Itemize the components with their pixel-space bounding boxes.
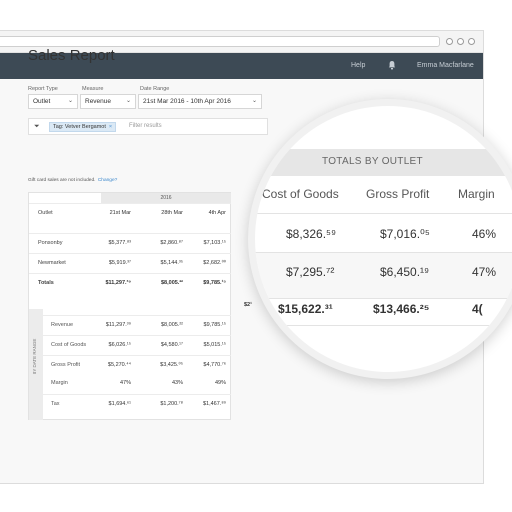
magnified-cell: $7,016.⁰⁵ xyxy=(380,227,430,241)
table-cell: $1,694.⁶¹ xyxy=(108,401,131,407)
column-header[interactable]: 21st Mar xyxy=(110,210,131,216)
window-dot-icon[interactable] xyxy=(468,38,475,45)
row-label: Ponsonby xyxy=(38,240,63,246)
totals-row: Totals $11,297.³⁹ $8,005.²² $9,785.¹⁵ xyxy=(29,273,231,295)
sales-table: 2016 TOTALS BY DATE RANGE Outlet 21st Ma… xyxy=(28,192,231,409)
divider xyxy=(255,213,512,214)
report-type-value: Outlet xyxy=(33,98,51,105)
magnified-cell: $8,326.⁵⁹ xyxy=(286,227,337,241)
table-cell: $1,200.⁷⁸ xyxy=(160,401,183,407)
table-cell: $6,026.¹⁵ xyxy=(108,342,131,348)
table-cell: $5,015.¹⁵ xyxy=(203,342,226,348)
year-header: 2016 xyxy=(101,193,231,203)
table-cell: $7,103.¹⁵ xyxy=(203,240,226,246)
magnified-cell: 46% xyxy=(472,227,497,241)
help-link[interactable]: Help xyxy=(351,62,365,69)
window-dot-icon[interactable] xyxy=(457,38,464,45)
table-row[interactable]: Newmarket $5,919.³⁷ $5,144.³⁵ $2,682.⁰⁰ xyxy=(29,253,231,273)
magnified-cell: $6,450.¹⁹ xyxy=(380,265,430,279)
row-label: Gross Profit xyxy=(51,362,81,368)
filter-tag-label: Tag: Vetver Bergamot xyxy=(53,124,106,130)
table-row: Revenue $11,297.³⁹ $8,005.²² $9,785.¹⁵ xyxy=(29,315,231,335)
magnified-total: $15,622.³¹ xyxy=(278,302,333,316)
table-cell: $11,297.³⁹ xyxy=(105,322,131,328)
table-cell: $9,785.¹⁵ xyxy=(203,322,226,328)
column-header[interactable]: 4th Apr xyxy=(209,210,226,216)
remove-tag-icon[interactable]: × xyxy=(109,124,112,130)
filter-icon: ⏷ xyxy=(34,123,40,130)
note-text: Gift card sales are not included. xyxy=(28,178,96,183)
chevron-down-icon: ⌄ xyxy=(251,98,257,104)
date-range-value: 21st Mar 2016 - 10th Apr 2016 xyxy=(143,98,231,105)
filter-results-input[interactable]: Filter results xyxy=(129,123,162,129)
divider xyxy=(255,325,512,326)
magnified-cell: 47% xyxy=(472,265,497,279)
table-cell: 49% xyxy=(214,380,226,386)
magnified-total: 4( xyxy=(472,302,483,316)
change-link[interactable]: Change? xyxy=(98,178,117,183)
window-dot-icon[interactable] xyxy=(446,38,453,45)
date-range-label: Date Range xyxy=(140,86,170,92)
row-label: Newmarket xyxy=(38,260,66,266)
row-label: Margin xyxy=(51,380,68,386)
table-cell: $5,144.³⁵ xyxy=(160,260,183,266)
page-title: Sales Report xyxy=(28,47,115,64)
filter-tag[interactable]: Tag: Vetver Bergamot × xyxy=(49,122,117,132)
table-row: Gross Profit $5,270.⁴⁴ $3,425.⁰⁵ $4,770.… xyxy=(29,355,231,375)
table-row[interactable]: Ponsonby $5,377.⁸³ $2,860.⁸⁷ $7,103.¹⁵ xyxy=(29,233,231,253)
row-label: Revenue xyxy=(51,322,74,328)
row-label: Totals xyxy=(38,280,54,286)
table-cell: $5,377.⁸³ xyxy=(108,240,131,246)
table-cell: $1,467.⁸⁹ xyxy=(202,401,226,407)
measure-select[interactable]: Revenue ⌄ xyxy=(80,94,136,109)
table-cell: $3,425.⁰⁵ xyxy=(160,362,183,368)
totals-by-outlet-title: TOTALS BY OUTLET xyxy=(322,156,423,167)
column-header: Outlet xyxy=(38,210,53,216)
table-row: Cost of Goods $6,026.¹⁵ $4,580.¹⁷ $5,015… xyxy=(29,335,231,355)
column-header: Cost of Goods xyxy=(262,187,339,201)
table-header-row: Outlet 21st Mar 28th Mar 4th Apr xyxy=(29,203,231,223)
clipped-cell: $2¹ xyxy=(244,302,252,308)
table-cell: $5,919.³⁷ xyxy=(108,260,131,266)
address-bar[interactable] xyxy=(0,36,440,47)
measure-value: Revenue xyxy=(85,98,112,105)
table-cell: $2,860.⁸⁷ xyxy=(160,240,183,246)
table-cell: $2,682.⁰⁰ xyxy=(203,260,226,266)
measure-label: Measure xyxy=(82,86,104,92)
table-cell: 43% xyxy=(171,380,183,386)
chevron-down-icon: ⌄ xyxy=(125,98,131,104)
gift-card-note: Gift card sales are not included. Change… xyxy=(28,178,117,183)
column-header: Margin xyxy=(458,187,495,201)
table-cell: $11,297.³⁹ xyxy=(105,280,131,286)
magnified-cell: $7,295.⁷² xyxy=(286,265,335,279)
sales-table-lower: Margin 47% 43% 49% Tax $1,694.⁶¹ $1,200.… xyxy=(28,374,231,420)
column-header[interactable]: 28th Mar xyxy=(161,210,183,216)
column-header: Gross Profit xyxy=(366,187,430,201)
user-menu[interactable]: Emma Macfarlane xyxy=(417,62,474,69)
divider xyxy=(255,298,512,299)
row-label: Tax xyxy=(51,401,60,407)
magnified-total: $13,466.²⁵ xyxy=(373,302,430,316)
table-row: Tax $1,694.⁶¹ $1,200.⁷⁸ $1,467.⁸⁹ xyxy=(29,394,231,414)
date-range-select[interactable]: 21st Mar 2016 - 10th Apr 2016 ⌄ xyxy=(138,94,262,109)
chevron-down-icon: ⌄ xyxy=(67,98,73,104)
table-cell: $4,770.⁷⁶ xyxy=(203,362,226,368)
filter-bar: ⏷ Tag: Vetver Bergamot × Filter results xyxy=(28,118,268,135)
table-cell: $8,005.²² xyxy=(160,322,183,328)
report-type-select[interactable]: Outlet ⌄ xyxy=(28,94,78,109)
table-cell: $4,580.¹⁷ xyxy=(160,342,183,348)
screenshot-stage: Help Emma Macfarlane Sales Report Report… xyxy=(0,0,512,512)
row-label: Cost of Goods xyxy=(51,342,87,348)
table-cell: $8,005.²² xyxy=(160,280,183,286)
table-cell: $5,270.⁴⁴ xyxy=(107,362,131,368)
report-type-label: Report Type xyxy=(28,86,58,92)
table-row: Margin 47% 43% 49% xyxy=(29,374,231,394)
table-cell: 47% xyxy=(119,380,131,386)
divider xyxy=(255,252,512,253)
magnifier-zoom: TOTALS BY OUTLET Cost of Goods Gross Pro… xyxy=(248,99,512,379)
table-cell: $9,785.¹⁵ xyxy=(203,280,226,286)
magnifier-content: TOTALS BY OUTLET Cost of Goods Gross Pro… xyxy=(255,106,512,372)
bell-icon[interactable] xyxy=(388,60,396,70)
window-controls xyxy=(446,38,475,45)
